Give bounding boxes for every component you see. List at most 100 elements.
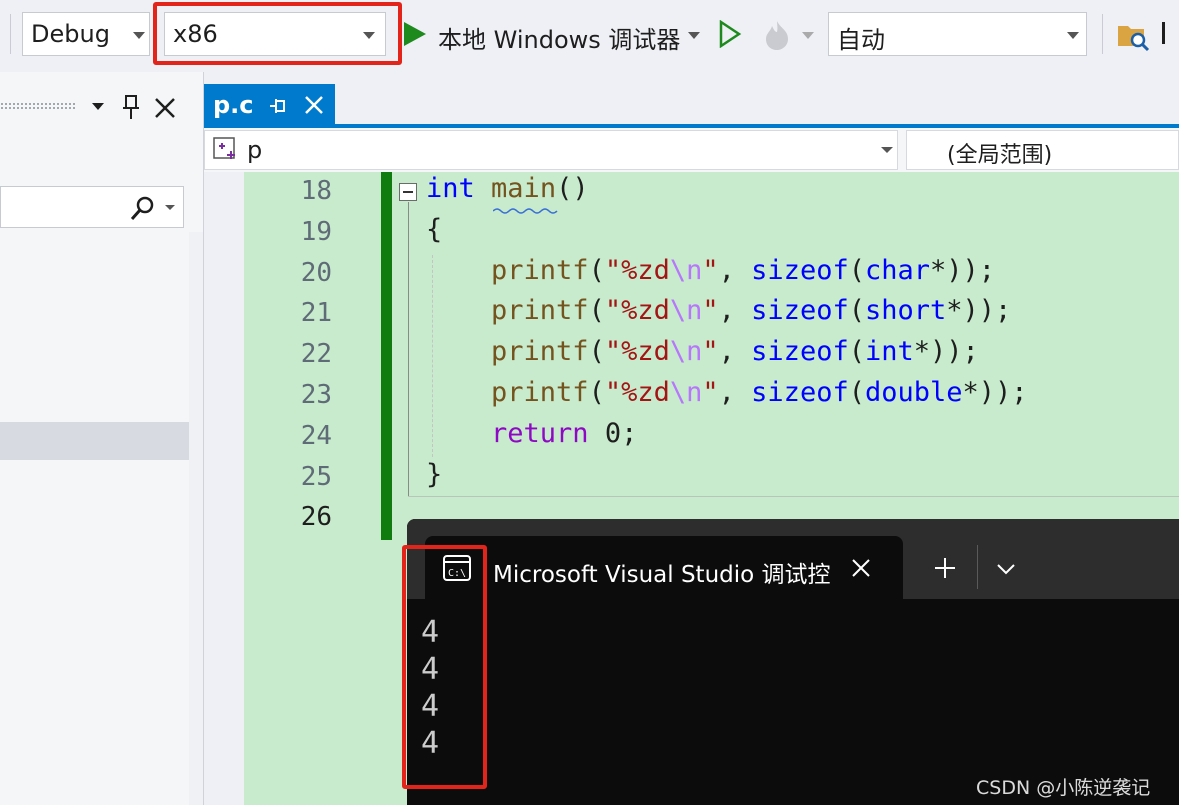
- platform-value: x86: [173, 20, 218, 48]
- code-token: "%zd: [604, 336, 670, 368]
- close-tab-icon[interactable]: [304, 95, 324, 115]
- console-tab[interactable]: C:\ Microsoft Visual Studio 调试控: [425, 536, 903, 600]
- code-token: sizeof: [751, 254, 849, 286]
- platform-dropdown[interactable]: x86: [164, 12, 386, 56]
- code-token: (): [556, 173, 589, 204]
- line-number: 21: [300, 298, 332, 329]
- code-token: printf: [491, 377, 589, 408]
- hot-reload-icon[interactable]: [760, 18, 794, 52]
- code-token: int: [864, 336, 914, 368]
- code-token: sizeof: [751, 377, 849, 408]
- line-number: 26: [300, 502, 332, 533]
- panel-divider: [0, 222, 203, 224]
- pin-icon[interactable]: [121, 94, 141, 120]
- code-token: ,: [718, 254, 752, 286]
- code-line: {: [426, 214, 442, 245]
- code-token: (: [588, 295, 605, 327]
- line-number: 25: [300, 461, 332, 492]
- chevron-down-icon: [1067, 32, 1079, 39]
- chevron-down-icon: [133, 32, 145, 39]
- code-token: "%zd: [604, 295, 670, 327]
- code-token: sizeof: [751, 295, 849, 327]
- line-number: 22: [300, 339, 332, 370]
- chevron-down-icon[interactable]: [165, 205, 175, 210]
- code-token: }: [426, 458, 443, 490]
- code-line: int main(): [426, 173, 589, 204]
- code-token: *));: [962, 377, 1028, 408]
- solution-config-dropdown[interactable]: 自动: [828, 12, 1087, 56]
- editor-margin: [204, 172, 244, 805]
- code-token: {: [426, 213, 443, 245]
- code-line: printf("%zd\n", sizeof(int*));: [426, 336, 979, 367]
- code-token: ": [702, 377, 719, 408]
- pin-tab-icon[interactable]: [268, 96, 288, 116]
- line-number: 24: [300, 420, 332, 451]
- code-token: *));: [913, 336, 979, 368]
- code-token: \n: [669, 295, 703, 327]
- line-number: 20: [300, 257, 332, 288]
- output-highlight-box: [402, 545, 487, 789]
- code-token: printf: [491, 254, 589, 286]
- chevron-down-icon: [363, 32, 375, 39]
- code-line: printf("%zd\n", sizeof(short*));: [426, 295, 1011, 326]
- code-token: "%zd: [604, 377, 670, 408]
- find-in-files-icon[interactable]: [1116, 18, 1150, 52]
- debugger-button[interactable]: 本地 Windows 调试器: [438, 20, 680, 55]
- code-token: printf: [491, 295, 589, 327]
- code-token: (: [588, 254, 605, 286]
- scope-left-value: p: [247, 136, 263, 164]
- chevron-down-icon[interactable]: [688, 32, 700, 39]
- chevron-down-icon[interactable]: [996, 562, 1016, 576]
- project-scope-dropdown[interactable]: p: [204, 130, 898, 170]
- panel-grip[interactable]: [0, 102, 76, 110]
- toolbar-overflow[interactable]: [1162, 18, 1166, 52]
- code-token: ,: [718, 377, 752, 408]
- close-icon[interactable]: [154, 97, 176, 119]
- solution-config-value: 自动: [837, 26, 885, 54]
- code-token: sizeof: [751, 336, 849, 368]
- collapse-icon[interactable]: [399, 183, 417, 201]
- code-token: main: [491, 173, 557, 204]
- code-token: (: [848, 377, 865, 408]
- code-token: 0;: [588, 417, 638, 449]
- code-token: int: [426, 173, 475, 204]
- scrollbar[interactable]: [189, 232, 203, 805]
- code-token: return: [491, 417, 589, 449]
- watermark: CSDN @小陈逆袭记: [976, 777, 1151, 799]
- code-token: ,: [718, 336, 752, 368]
- code-line: printf("%zd\n", sizeof(char*));: [426, 255, 995, 286]
- chevron-down-icon[interactable]: [802, 32, 814, 39]
- code-token: char: [864, 254, 931, 286]
- console-title: Microsoft Visual Studio 调试控: [493, 562, 831, 588]
- toolbar-separator: [10, 14, 11, 54]
- code-token: ": [702, 336, 719, 368]
- search-icon: [130, 196, 154, 220]
- code-line: printf("%zd\n", sizeof(double*));: [426, 377, 1028, 408]
- code-token: *));: [930, 254, 996, 286]
- line-number: 23: [300, 380, 332, 410]
- new-tab-icon[interactable]: [934, 557, 956, 579]
- configuration-dropdown[interactable]: Debug: [22, 12, 150, 56]
- code-token: \n: [669, 336, 703, 368]
- code-token: (: [848, 295, 865, 327]
- line-number: 18: [300, 176, 332, 206]
- tab-p-c[interactable]: p.c: [204, 84, 335, 128]
- scope-right-value: (全局范围): [947, 143, 1053, 168]
- solution-explorer-panel: [0, 72, 204, 805]
- start-debugging-icon[interactable]: [404, 22, 426, 46]
- tab-title: p.c: [213, 91, 254, 119]
- code-token: ": [702, 295, 719, 327]
- code-token: ": [702, 254, 719, 286]
- line-number: 19: [300, 216, 332, 247]
- panel-menu-icon[interactable]: [92, 103, 104, 110]
- selected-tree-item[interactable]: [0, 422, 189, 460]
- start-without-debugging-icon[interactable]: [718, 20, 742, 48]
- code-token: \n: [669, 254, 703, 286]
- close-icon[interactable]: [851, 558, 871, 578]
- global-scope-dropdown[interactable]: (全局范围): [906, 130, 1179, 170]
